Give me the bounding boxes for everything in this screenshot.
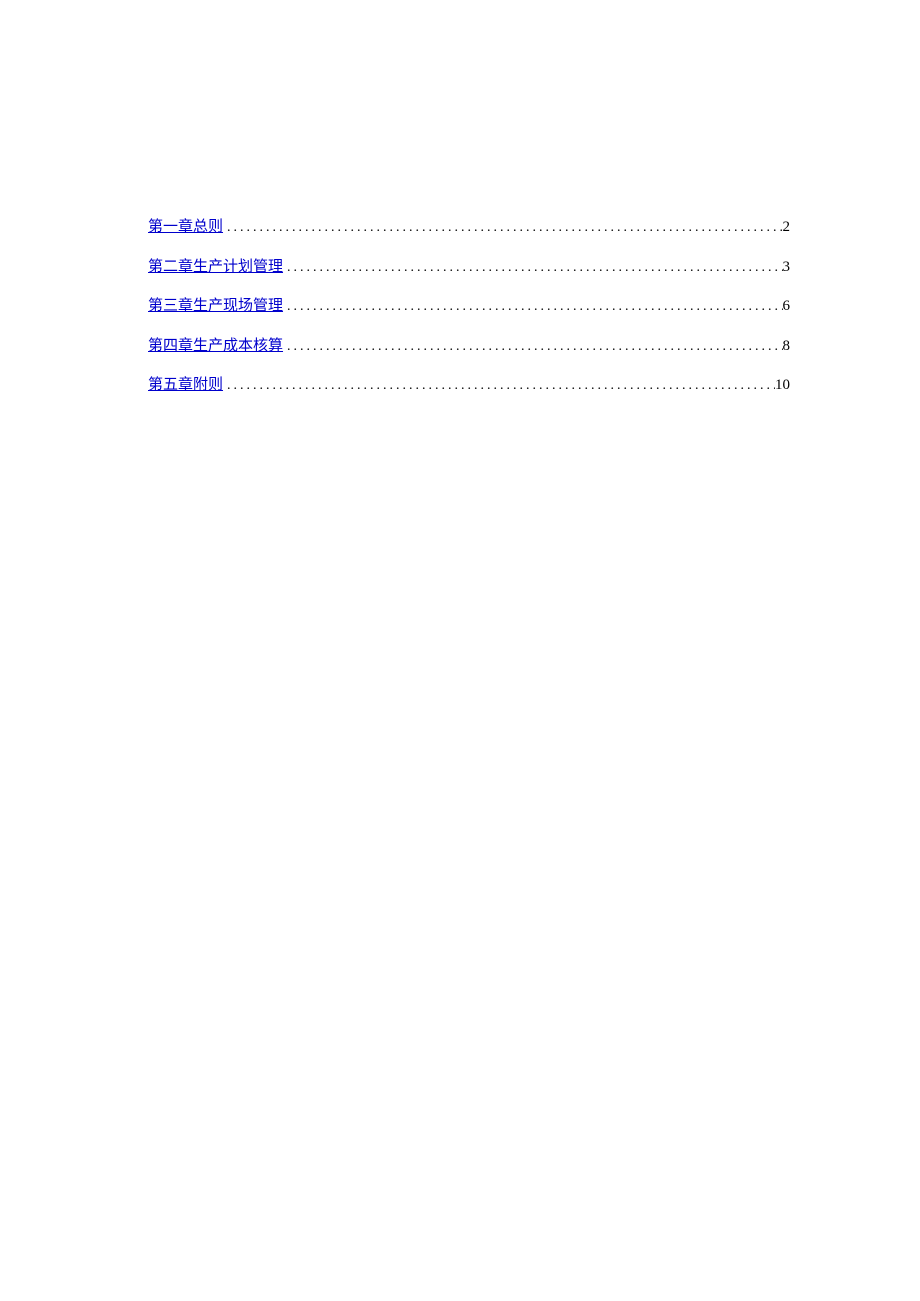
toc-entry: 第一章总则 2 [148, 218, 790, 238]
toc-entry: 第二章生产计划管理 3 [148, 258, 790, 278]
table-of-contents: 第一章总则 2 第二章生产计划管理 3 第三章生产现场管理 6 第四章生产成本核… [148, 218, 790, 396]
toc-entry: 第五章附则 10 [148, 376, 790, 396]
toc-link-chapter-2[interactable]: 第二章生产计划管理 [148, 258, 283, 278]
toc-page-number: 3 [783, 258, 791, 278]
toc-link-chapter-4[interactable]: 第四章生产成本核算 [148, 337, 283, 357]
toc-page-number: 2 [783, 218, 791, 238]
toc-page-number: 8 [783, 337, 791, 357]
toc-leader-dots [223, 219, 782, 237]
toc-page-number: 10 [775, 376, 790, 396]
toc-entry: 第四章生产成本核算 8 [148, 337, 790, 357]
toc-link-chapter-1[interactable]: 第一章总则 [148, 218, 223, 238]
toc-leader-dots [283, 259, 782, 277]
toc-leader-dots [283, 338, 782, 356]
toc-leader-dots [283, 298, 782, 316]
toc-leader-dots [223, 377, 775, 395]
toc-entry: 第三章生产现场管理 6 [148, 297, 790, 317]
toc-link-chapter-3[interactable]: 第三章生产现场管理 [148, 297, 283, 317]
toc-link-chapter-5[interactable]: 第五章附则 [148, 376, 223, 396]
toc-page-number: 6 [783, 297, 791, 317]
